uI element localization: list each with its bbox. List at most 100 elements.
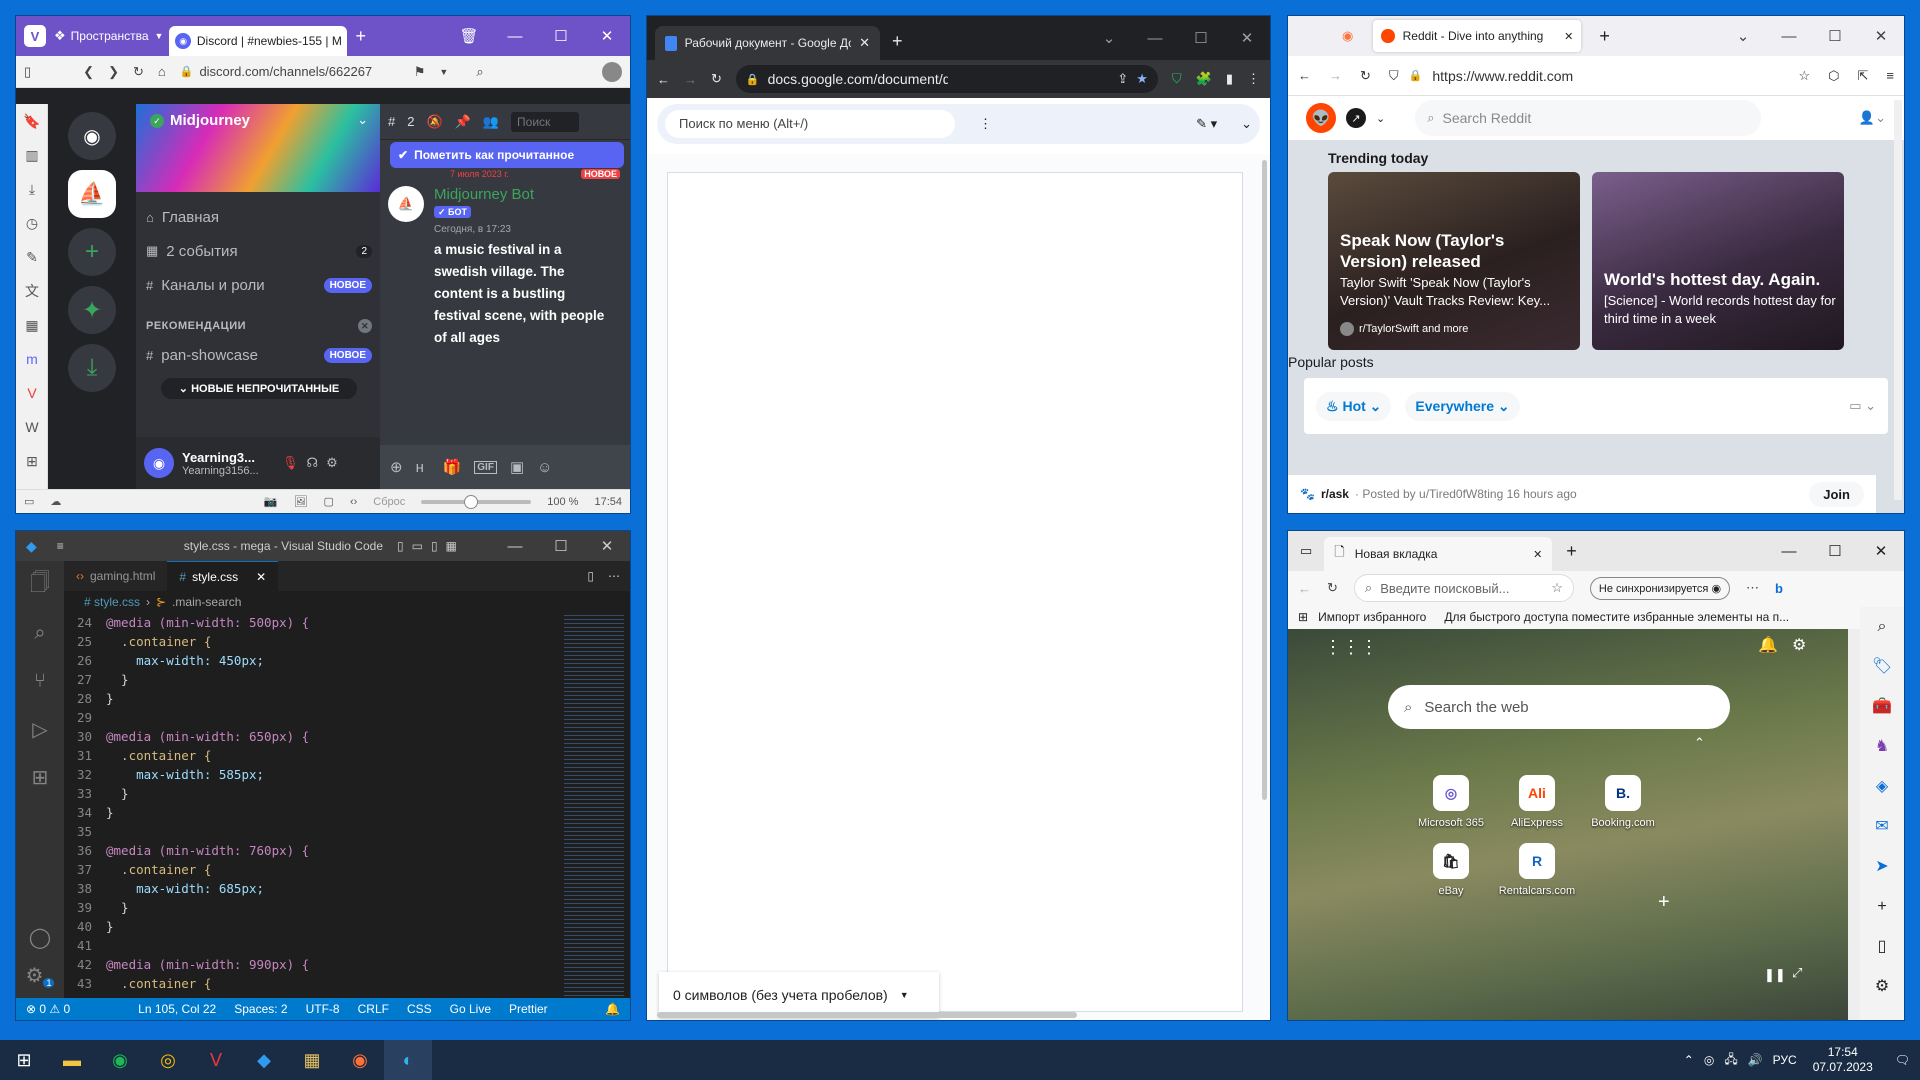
indentation[interactable]: Spaces: 2 [234,1002,287,1016]
bookmark-star-icon[interactable]: ☆ [1798,68,1810,84]
new-unreads-pill[interactable]: ⌄ НОВЫЕ НЕПРОЧИТАННЫЕ [161,378,357,399]
maximize-icon[interactable]: ☐ [538,16,584,56]
vivaldi-icon[interactable]: V [192,1040,240,1080]
side-panel-icon[interactable]: ▮ [1226,71,1233,87]
add-server-icon[interactable]: + [68,228,116,276]
forward-icon[interactable]: ❯ [108,64,119,80]
menu-search-input[interactable]: Поиск по меню (Alt+/) [665,110,955,138]
send-icon[interactable]: ➤ [1860,847,1904,887]
reload-icon[interactable]: ↻ [1360,68,1371,84]
document-page[interactable] [667,172,1243,1012]
downloads-icon[interactable]: ⤓ [16,172,48,206]
add-quick-link-icon[interactable]: + [1658,891,1670,914]
close-icon[interactable]: ✕ [584,16,630,56]
quick-link-tile[interactable]: Ali AliExpress [1494,775,1580,829]
chevron-down-icon[interactable]: ⌄ [357,112,368,128]
tab-style-css[interactable]: # style.css ✕ [167,561,279,591]
code-line[interactable]: 24 @media (min-width: 500px) { [64,613,564,632]
prettier[interactable]: Prettier [509,1002,548,1016]
code-line[interactable]: 37 .container { [64,860,564,879]
chevron-down-icon[interactable]: ▼ [900,990,909,1000]
menu-icon[interactable]: ⋮ [1247,71,1260,87]
start-windows-icon[interactable]: ⊞ [0,1040,48,1080]
tab-actions-icon[interactable]: ▭ [1300,543,1312,559]
capture-icon[interactable]: 📷 [264,495,278,508]
list-tabs-icon[interactable]: ⌄ [1720,16,1766,56]
images-icon[interactable]: 🖼 [294,495,308,508]
run-debug-icon[interactable]: ▷ [16,705,64,753]
bot-avatar[interactable]: ⛵ [388,186,424,222]
code-line[interactable]: 31 .container { [64,746,564,765]
tab-docs[interactable]: Рабочий документ - Google До ✕ [655,26,880,60]
download-apps-icon[interactable]: ⤓ [68,344,116,392]
firefox-icon[interactable]: ◉ [336,1040,384,1080]
section-recommendations[interactable]: РЕКОМЕНДАЦИИ ✕ [146,312,372,340]
close-icon[interactable]: ✕ [1858,16,1904,56]
close-section-icon[interactable]: ✕ [358,319,372,333]
panel-toggle-icon[interactable]: ▯ [24,64,31,80]
message-input[interactable]: н [416,459,430,476]
explorer-icon[interactable]: 🗍 [16,561,64,609]
code-line[interactable]: 25 .container { [64,632,564,651]
file-explorer-icon[interactable]: ▬ [48,1040,96,1080]
expand-icon[interactable]: ⤢ [1792,965,1802,981]
quick-link-tile[interactable]: B. Booking.com [1580,775,1666,829]
hide-sidebar-icon[interactable]: ▯ [1860,927,1904,967]
split-editor-icon[interactable]: ▯ [587,569,594,583]
sticker-icon[interactable]: ▣ [510,458,524,476]
quick-link-tile[interactable]: 🛍 eBay [1408,843,1494,897]
more-icon[interactable]: ⋮ [979,116,992,132]
new-tab-icon[interactable]: + [1599,26,1610,47]
history-icon[interactable]: ◷ [16,206,48,240]
trash-icon[interactable]: 🗑 [446,16,492,56]
threads-icon[interactable]: # [388,114,395,129]
members-icon[interactable]: 👥 [483,114,499,130]
translate-icon[interactable]: 文 [16,274,48,308]
zoom-reset[interactable]: Сброс [373,496,405,508]
outlook-icon[interactable]: ✉ [1860,807,1904,847]
url-bar[interactable]: ⛉ 🔒 https://www.reddit.com ☆ [1389,68,1810,84]
language-indicator[interactable]: РУС [1773,1053,1797,1067]
code-line[interactable]: 32 max-width: 585px; [64,765,564,784]
minimize-icon[interactable]: — [1132,16,1178,60]
import-favorites-link[interactable]: Импорт избранного [1318,610,1426,624]
popular-icon[interactable]: ↗ [1346,108,1366,128]
vivaldi-logo-icon[interactable]: V [24,25,46,47]
maximize-icon[interactable]: ☐ [1178,16,1224,60]
user-menu-icon[interactable]: 👤⌄ [1859,110,1886,126]
bing-icon[interactable]: b [1775,581,1783,596]
mark-read-bar[interactable]: ✔ Пометить как прочитанное [390,142,624,168]
new-tab-icon[interactable]: + [1566,541,1577,562]
web-search-input[interactable]: ⌕ Search the web [1388,685,1730,729]
code-line[interactable]: 27 } [64,670,564,689]
tab-search-icon[interactable]: ⌄ [1086,16,1132,60]
office-icon[interactable]: ◈ [1860,767,1904,807]
collapse-icon[interactable]: ⌄ [1241,116,1252,132]
view-mode-icon[interactable]: ▭ ⌄ [1849,398,1876,414]
cursor-position[interactable]: Ln 105, Col 22 [138,1002,216,1016]
reload-icon[interactable]: ↻ [1327,580,1338,596]
avatar[interactable]: ◉ [144,448,174,478]
reading-list-icon[interactable]: ▥ [16,138,48,172]
join-button[interactable]: Join [1809,481,1864,507]
code-line[interactable]: 39 } [64,898,564,917]
quick-link-tile[interactable]: R Rentalcars.com [1494,843,1580,897]
explore-icon[interactable]: ✦ [68,286,116,334]
clock[interactable]: 17:54 07.07.2023 [1813,1045,1873,1075]
mastodon-icon[interactable]: m [16,342,48,376]
back-icon[interactable]: ❮ [83,64,94,80]
channel-events[interactable]: ▦ 2 события 2 [146,234,372,268]
channel-channels-roles[interactable]: # Каналы и роли НОВОЕ [146,268,372,302]
pin-icon[interactable]: 📌 [455,114,471,130]
search-icon[interactable]: ⌕ [16,609,64,657]
code-line[interactable]: 30 @media (min-width: 650px) { [64,727,564,746]
more-icon[interactable]: ⋯ [1746,580,1759,596]
chevron-down-icon[interactable]: ⌄ [1376,112,1385,125]
layout-icons[interactable]: ▯▭▯▦ [397,539,465,553]
spaces-button[interactable]: Пространства [71,29,149,43]
bell-icon[interactable]: 🔔 [605,1002,620,1016]
chevron-down-icon[interactable]: ▼ [155,31,164,41]
address-field[interactable]: https://www.reddit.com [1432,68,1573,84]
code-line[interactable]: 28} [64,689,564,708]
tab-discord[interactable]: ◉ Discord | #newbies-155 | M [169,26,348,56]
